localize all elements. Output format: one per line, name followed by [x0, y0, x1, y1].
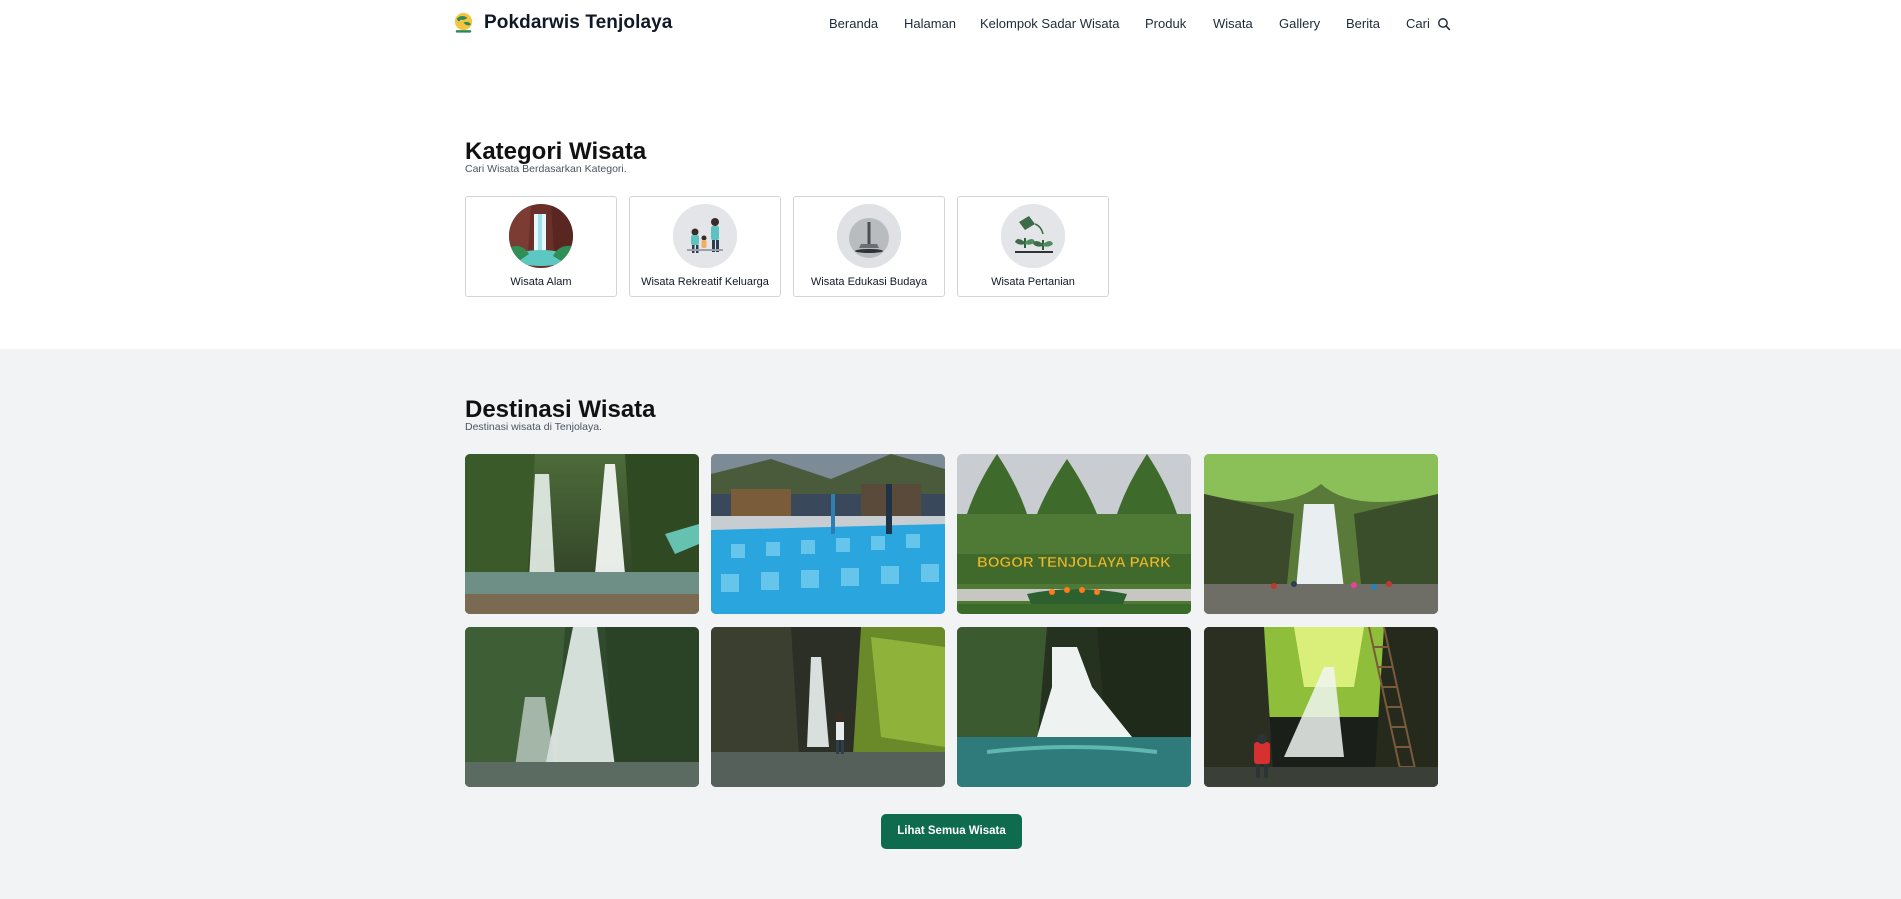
jungle-waterfall-photo	[465, 627, 699, 787]
category-label: Wisata Edukasi Budaya	[810, 276, 928, 288]
destination-card[interactable]	[465, 454, 699, 614]
nav-produk[interactable]: Produk	[1145, 16, 1186, 31]
nav-wisata[interactable]: Wisata	[1213, 16, 1253, 31]
destination-card[interactable]	[1204, 454, 1438, 614]
category-label: Wisata Alam	[510, 276, 572, 288]
search-icon[interactable]	[1437, 17, 1451, 31]
destination-card[interactable]	[711, 627, 945, 787]
plant-icon	[1001, 204, 1065, 268]
destination-card[interactable]: BOGOR TENJOLAYA PARK	[957, 454, 1191, 614]
category-card-wisata-rekreatif-keluarga[interactable]: Wisata Rekreatif Keluarga	[629, 196, 781, 297]
twin-waterfall-photo	[465, 454, 699, 614]
waterfall-icon	[509, 204, 573, 268]
culture-icon	[837, 204, 901, 268]
canyon-hiker-photo	[711, 627, 945, 787]
destination-card[interactable]	[711, 454, 945, 614]
cave-waterfall-photo	[1204, 627, 1438, 787]
cascade-pool-photo	[957, 627, 1191, 787]
bogor-tenjolaya-park-photo: BOGOR TENJOLAYA PARK	[957, 454, 1191, 614]
category-card-wisata-pertanian[interactable]: Wisata Pertanian	[957, 196, 1109, 297]
destination-card[interactable]	[957, 627, 1191, 787]
main-nav: Beranda Halaman Kelompok Sadar Wisata Pr…	[0, 16, 1901, 36]
destination-card[interactable]	[1204, 627, 1438, 787]
category-label: Wisata Pertanian	[991, 276, 1075, 288]
nav-berita[interactable]: Berita	[1346, 16, 1380, 31]
category-card-wisata-alam[interactable]: Wisata Alam	[465, 196, 617, 297]
waterfall-crowd-photo	[1204, 454, 1438, 614]
destinasi-title: Destinasi Wisata	[465, 396, 656, 423]
kategori-subtitle: Cari Wisata Berdasarkan Kategori.	[465, 163, 627, 175]
nav-cari[interactable]: Cari	[1406, 16, 1430, 31]
lihat-semua-wisata-button[interactable]: Lihat Semua Wisata	[881, 814, 1022, 849]
family-icon	[673, 204, 737, 268]
category-label: Wisata Rekreatif Keluarga	[641, 276, 769, 288]
nav-halaman[interactable]: Halaman	[904, 16, 956, 31]
nav-beranda[interactable]: Beranda	[829, 16, 878, 31]
category-card-wisata-edukasi-budaya[interactable]: Wisata Edukasi Budaya	[793, 196, 945, 297]
swimming-pool-photo	[711, 454, 945, 614]
destination-card[interactable]	[465, 627, 699, 787]
kategori-title: Kategori Wisata	[465, 138, 647, 165]
nav-gallery[interactable]: Gallery	[1279, 16, 1320, 31]
destinasi-subtitle: Destinasi wisata di Tenjolaya.	[465, 421, 602, 433]
park-sign-text: BOGOR TENJOLAYA PARK	[977, 554, 1171, 571]
nav-kelompok-sadar-wisata[interactable]: Kelompok Sadar Wisata	[980, 16, 1119, 31]
site-header: Pokdarwis Tenjolaya Beranda Halaman Kelo…	[0, 0, 1901, 48]
